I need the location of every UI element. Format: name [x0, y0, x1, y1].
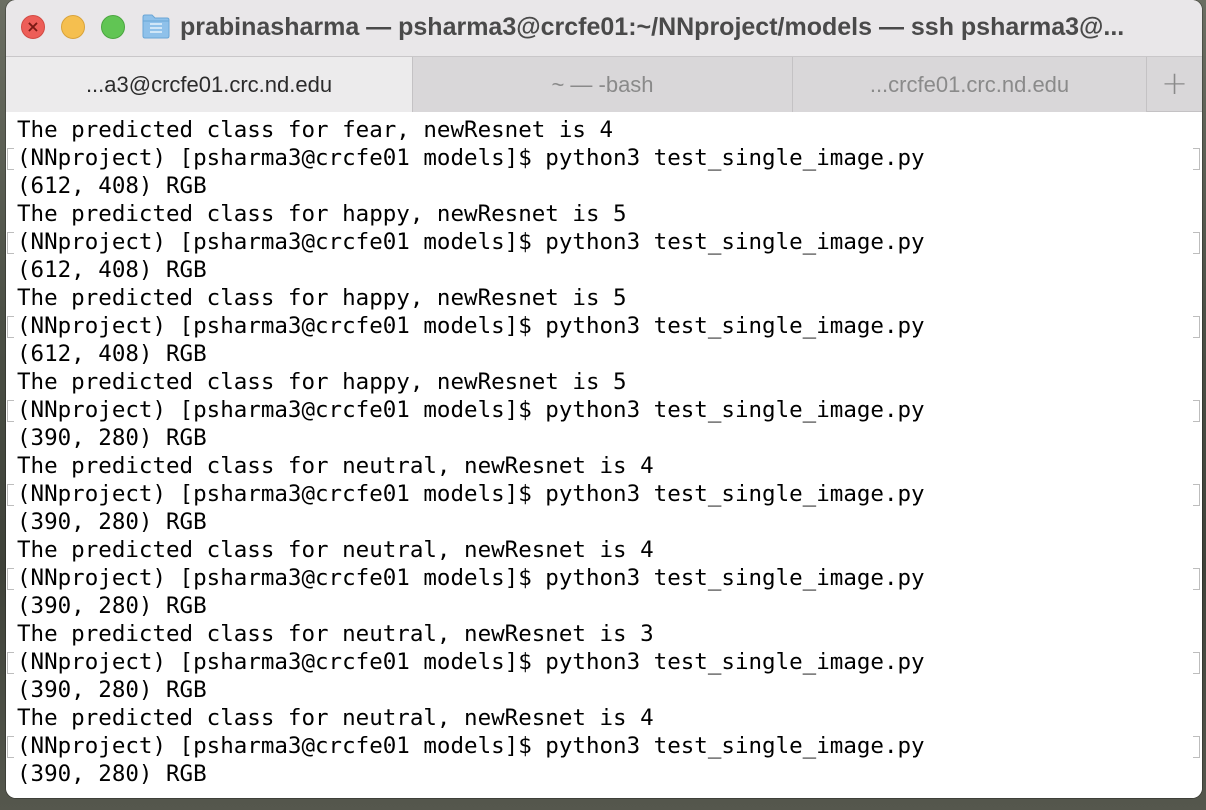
- folder-icon: [142, 13, 170, 39]
- terminal-output-line: (390, 280) RGB: [17, 425, 207, 451]
- mark-bracket-right: [1193, 400, 1200, 422]
- mark-bracket-right: [1193, 316, 1200, 338]
- minimize-button[interactable]: [61, 15, 85, 39]
- terminal-output-line: The predicted class for happy, newResnet…: [17, 285, 627, 311]
- terminal-command-line: (NNproject) [psharma3@crcfe01 models]$ p…: [17, 145, 925, 171]
- mark-bracket-left: [7, 652, 14, 674]
- mark-bracket-left: [7, 148, 14, 170]
- terminal-command-line: (NNproject) [psharma3@crcfe01 models]$ p…: [17, 733, 925, 759]
- mark-bracket-left: [7, 400, 14, 422]
- tab-crcfe01[interactable]: ...crcfe01.crc.nd.edu: [793, 57, 1147, 112]
- title-bar[interactable]: × prabinasharma — psharma3@crcfe01:~/NNp…: [6, 0, 1202, 56]
- terminal-output-line: (612, 408) RGB: [17, 173, 207, 199]
- terminal-command-line: (NNproject) [psharma3@crcfe01 models]$ p…: [17, 649, 925, 675]
- mark-bracket-right: [1193, 484, 1200, 506]
- mark-bracket-left: [7, 232, 14, 254]
- mark-bracket-left: [7, 316, 14, 338]
- close-icon: ×: [26, 17, 40, 36]
- mark-bracket-right: [1193, 736, 1200, 758]
- mark-bracket-left: [7, 568, 14, 590]
- terminal-output-line: (390, 280) RGB: [17, 677, 207, 703]
- window-title: prabinasharma — psharma3@crcfe01:~/NNpro…: [180, 13, 1125, 41]
- tab-bar: ...a3@crcfe01.crc.nd.edu ~ — -bash ...cr…: [6, 56, 1202, 112]
- terminal-output-line: The predicted class for neutral, newResn…: [17, 705, 654, 731]
- maximize-button[interactable]: [101, 15, 125, 39]
- terminal-output-line: (390, 280) RGB: [17, 761, 207, 787]
- terminal-output-line: (390, 280) RGB: [17, 509, 207, 535]
- mark-bracket-right: [1193, 568, 1200, 590]
- terminal-output-line: (612, 408) RGB: [17, 257, 207, 283]
- terminal-output-line: The predicted class for neutral, newResn…: [17, 453, 654, 479]
- plus-icon: +: [1161, 64, 1188, 102]
- terminal-output-line: The predicted class for neutral, newResn…: [17, 537, 654, 563]
- terminal-command-line: (NNproject) [psharma3@crcfe01 models]$ p…: [17, 397, 925, 423]
- mark-bracket-left: [7, 736, 14, 758]
- mark-bracket-right: [1193, 232, 1200, 254]
- mark-bracket-right: [1193, 652, 1200, 674]
- close-button[interactable]: ×: [21, 15, 45, 39]
- terminal-window: × prabinasharma — psharma3@crcfe01:~/NNp…: [6, 0, 1202, 798]
- mark-bracket-right: [1193, 148, 1200, 170]
- terminal-output-line: The predicted class for happy, newResnet…: [17, 201, 627, 227]
- terminal-output-line: The predicted class for fear, newResnet …: [17, 117, 614, 143]
- mark-bracket-left: [7, 484, 14, 506]
- terminal-command-line: (NNproject) [psharma3@crcfe01 models]$ p…: [17, 481, 925, 507]
- new-tab-button[interactable]: +: [1147, 57, 1202, 112]
- terminal-command-line: (NNproject) [psharma3@crcfe01 models]$ p…: [17, 313, 925, 339]
- terminal-output[interactable]: The predicted class for fear, newResnet …: [6, 112, 1202, 798]
- terminal-output-line: The predicted class for happy, newResnet…: [17, 369, 627, 395]
- terminal-command-line: (NNproject) [psharma3@crcfe01 models]$ p…: [17, 565, 925, 591]
- terminal-output-line: The predicted class for neutral, newResn…: [17, 621, 654, 647]
- terminal-output-line: (612, 408) RGB: [17, 341, 207, 367]
- terminal-command-line: (NNproject) [psharma3@crcfe01 models]$ p…: [17, 229, 925, 255]
- tab-bash[interactable]: ~ — -bash: [413, 57, 793, 112]
- terminal-output-line: (390, 280) RGB: [17, 593, 207, 619]
- tab-remote-session[interactable]: ...a3@crcfe01.crc.nd.edu: [6, 57, 413, 112]
